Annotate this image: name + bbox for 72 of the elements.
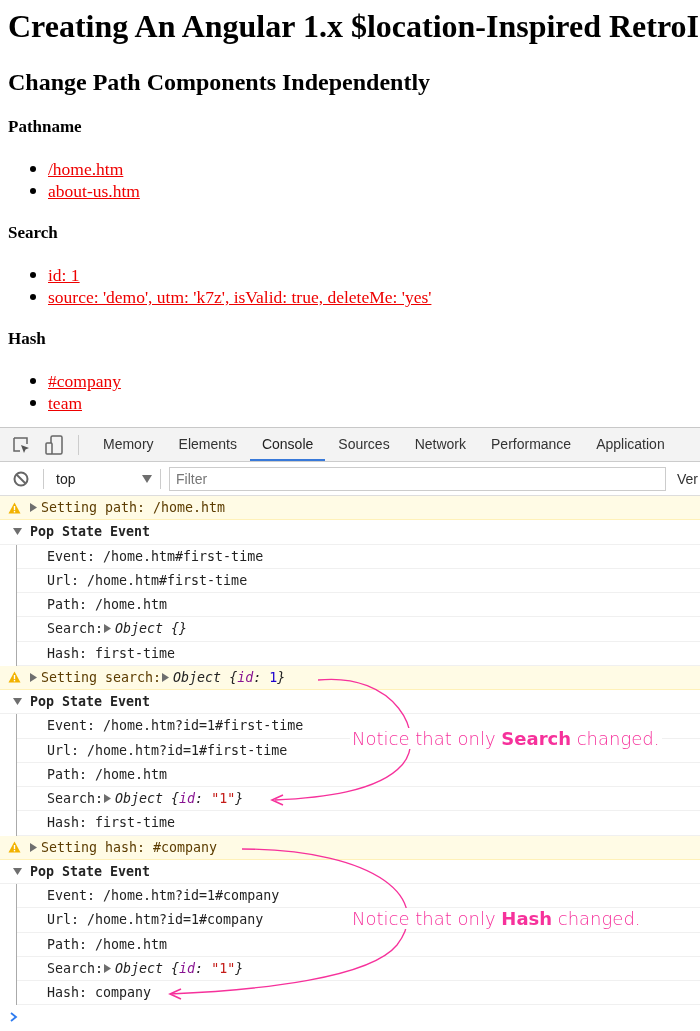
link[interactable]: id: 1 xyxy=(48,264,80,286)
group-title[interactable]: Pop State Event xyxy=(30,694,151,710)
context-label: top xyxy=(56,470,76,487)
link[interactable]: /home.htm xyxy=(48,158,124,180)
expand-triangle-icon[interactable] xyxy=(103,963,113,973)
link[interactable]: source: 'demo', utm: 'k7z', isValid: true, deleteMe: 'yes' xyxy=(48,286,432,308)
log-text: Url: /home.htm?id=1#first-time xyxy=(47,742,288,758)
device-icon[interactable] xyxy=(45,434,63,455)
devtools-tab[interactable]: Sources xyxy=(326,428,402,461)
object-preview[interactable]: Object {id: "1"} xyxy=(115,791,244,807)
warning-icon xyxy=(8,841,21,854)
expand-triangle-icon[interactable] xyxy=(13,697,22,707)
log-text: Url: /home.htm?id=1#company xyxy=(47,912,264,928)
log-text: Path: /home.htm xyxy=(47,597,168,613)
log-text: Search: xyxy=(47,621,104,637)
filter-field[interactable]: Filter xyxy=(169,466,666,491)
devtools-tab[interactable]: Memory xyxy=(91,428,166,461)
log-text: Path: /home.htm xyxy=(47,936,168,952)
log-text: Setting search: xyxy=(41,669,162,685)
bullet-icon xyxy=(30,166,36,172)
log-text: Setting path: /home.htm xyxy=(41,500,226,516)
context-select[interactable]: top xyxy=(56,470,152,487)
bullet-icon xyxy=(30,188,36,194)
log-text: Path: /home.htm xyxy=(47,766,168,782)
levels-button[interactable]: Ver xyxy=(677,470,698,487)
group-heading: Search xyxy=(8,222,59,244)
expand-triangle-icon[interactable] xyxy=(29,842,38,852)
link[interactable]: about-us.htm xyxy=(48,180,140,202)
caret-icon xyxy=(142,474,152,483)
log-text: Url: /home.htm#first-time xyxy=(47,572,248,588)
group-heading: Hash xyxy=(8,328,47,350)
page-title: Creating An Angular 1.x $location-Inspired RetroI xyxy=(8,8,700,45)
log-text: Hash: first-time xyxy=(47,645,176,661)
group-title[interactable]: Pop State Event xyxy=(30,863,151,879)
bullet-icon xyxy=(30,400,36,406)
group-heading: Pathname xyxy=(8,116,83,138)
devtools-tab[interactable]: Performance xyxy=(479,428,584,461)
expand-triangle-icon[interactable] xyxy=(13,866,22,876)
link[interactable]: team xyxy=(48,392,82,414)
log-text: Event: /home.htm?id=1#company xyxy=(47,888,280,904)
warning-icon xyxy=(8,501,21,514)
object-preview[interactable]: Object {} xyxy=(115,621,188,637)
link[interactable]: #company xyxy=(48,370,121,392)
bullet-icon xyxy=(30,378,36,384)
expand-triangle-icon[interactable] xyxy=(103,794,113,804)
bullet-icon xyxy=(30,294,36,300)
inspect-icon[interactable] xyxy=(12,435,30,454)
group-title[interactable]: Pop State Event xyxy=(30,524,151,540)
annotation-text: Notice that only Search changed. xyxy=(350,728,662,749)
clear-icon[interactable] xyxy=(13,470,29,487)
log-text: Setting hash: #company xyxy=(41,839,218,855)
log-text: Event: /home.htm#first-time xyxy=(47,548,264,564)
log-text: Search: xyxy=(47,960,104,976)
bullet-icon xyxy=(30,272,36,278)
expand-triangle-icon[interactable] xyxy=(29,503,38,513)
expand-triangle-icon[interactable] xyxy=(29,672,38,682)
devtools-tab[interactable]: Application xyxy=(584,428,677,461)
object-preview[interactable]: Object {id: 1} xyxy=(173,669,286,685)
warning-icon xyxy=(8,671,21,684)
expand-triangle-icon[interactable] xyxy=(161,672,171,682)
section-title: Change Path Components Independently xyxy=(8,68,432,96)
devtools-tab[interactable]: Console xyxy=(249,428,326,461)
expand-triangle-icon[interactable] xyxy=(13,527,22,537)
log-text: Hash: first-time xyxy=(47,815,176,831)
devtools-tab[interactable]: Network xyxy=(402,428,478,461)
log-text: Search: xyxy=(47,791,104,807)
log-text: Event: /home.htm?id=1#first-time xyxy=(47,718,304,734)
log-text: Hash: company xyxy=(47,985,152,1001)
expand-triangle-icon[interactable] xyxy=(103,624,113,634)
object-preview[interactable]: Object {id: "1"} xyxy=(115,960,244,976)
devtools-tab[interactable]: Elements xyxy=(166,428,249,461)
prompt-icon[interactable] xyxy=(10,1012,18,1023)
